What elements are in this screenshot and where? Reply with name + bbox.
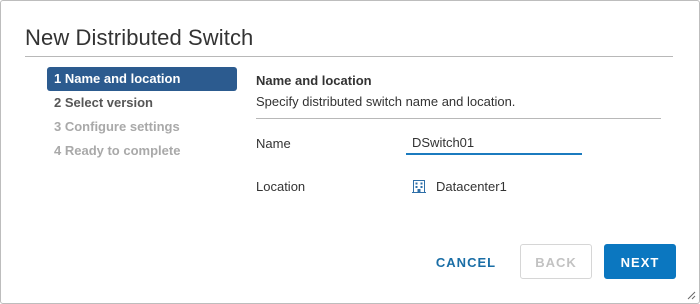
wizard-steps: 1 Name and location 2 Select version 3 C… — [47, 67, 237, 163]
step-configure-settings: 3 Configure settings — [54, 119, 180, 134]
section-description: Specify distributed switch name and loca… — [256, 94, 516, 109]
resize-grip-icon[interactable] — [687, 291, 696, 300]
location-text: Datacenter1 — [436, 178, 507, 194]
step-content: Name and location Specify distributed sw… — [256, 73, 661, 194]
title-divider — [25, 56, 673, 57]
name-label: Name — [256, 136, 291, 151]
step-name-and-location[interactable]: 1 Name and location — [47, 67, 237, 91]
location-label: Location — [256, 179, 306, 194]
step-select-version[interactable]: 2 Select version — [47, 91, 237, 115]
back-button: BACK — [520, 244, 592, 279]
next-button[interactable]: NEXT — [604, 244, 676, 279]
name-input[interactable] — [406, 131, 582, 155]
section-divider — [256, 118, 661, 119]
new-distributed-switch-dialog: New Distributed Switch 1 Name and locati… — [0, 0, 700, 304]
section-title: Name and location — [256, 73, 372, 88]
location-value: Datacenter1 — [411, 178, 507, 194]
cancel-button[interactable]: CANCEL — [425, 244, 507, 279]
dialog-title: New Distributed Switch — [25, 25, 254, 50]
step-ready-to-complete: 4 Ready to complete — [54, 143, 181, 158]
datacenter-icon — [412, 180, 426, 193]
